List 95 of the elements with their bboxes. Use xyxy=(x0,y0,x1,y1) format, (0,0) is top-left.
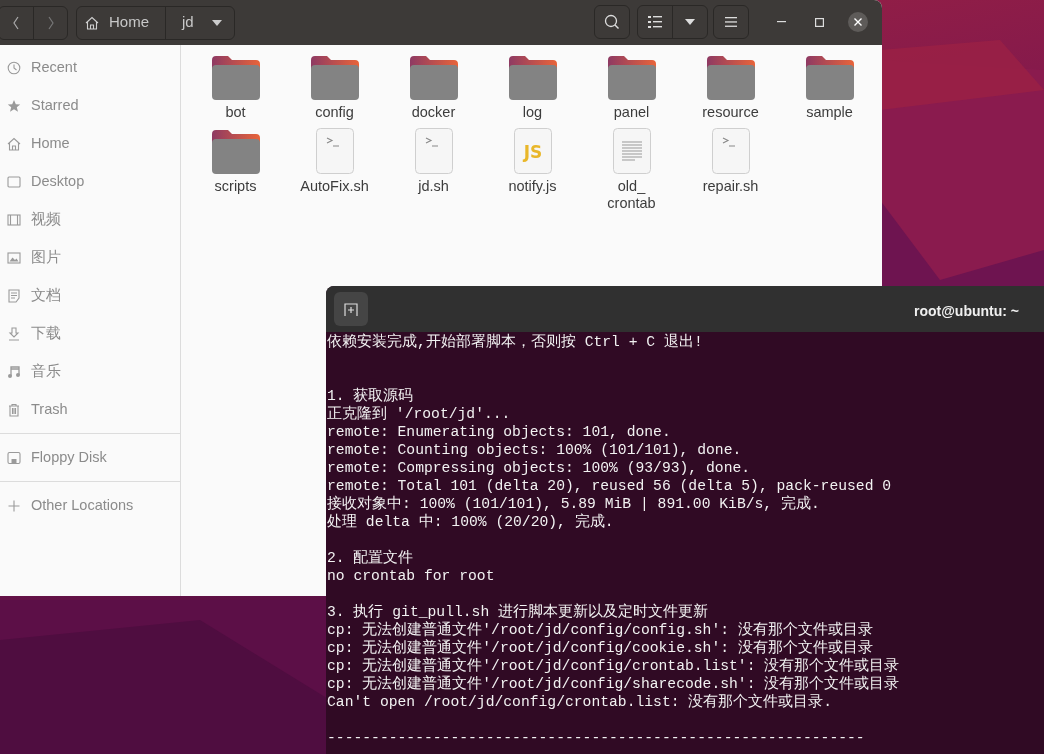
text-file-icon xyxy=(612,128,651,174)
path-button[interactable]: jd xyxy=(166,6,234,39)
folder-icon xyxy=(211,56,260,100)
image-icon xyxy=(7,251,21,265)
file-name: notify.js xyxy=(508,178,557,195)
document-icon xyxy=(7,289,21,303)
folder-icon xyxy=(211,130,260,174)
drive-icon xyxy=(7,451,21,465)
menu-icon xyxy=(725,17,737,27)
terminal-line: 依赖安装完成,开始部署脚本，否则按 Ctrl + C 退出! xyxy=(327,333,703,351)
back-icon xyxy=(12,15,20,30)
caret-icon xyxy=(685,19,695,25)
forward-icon xyxy=(46,15,55,30)
folder-icon xyxy=(706,56,755,100)
file-item[interactable]: panel xyxy=(582,54,681,128)
search-button[interactable] xyxy=(594,5,630,39)
terminal-line: ------------------------------------------------------------- xyxy=(327,729,865,747)
terminal-line: 1. 获取源码 xyxy=(327,387,414,405)
sidebar-item[interactable]: 图片 xyxy=(0,239,180,277)
maximize-icon xyxy=(814,17,824,27)
file-item[interactable]: config xyxy=(285,54,384,128)
file-name: jd.sh xyxy=(418,178,449,195)
clock-icon xyxy=(7,61,21,75)
trash-icon xyxy=(7,403,21,417)
sidebar-item[interactable]: 音乐 xyxy=(0,353,180,391)
sidebar-item[interactable]: Other Locations xyxy=(0,487,180,525)
sidebar-item[interactable]: 视频 xyxy=(0,201,180,239)
file-name: AutoFix.sh xyxy=(300,178,369,195)
terminal-line: cp: 无法创建普通文件'/root/jd/config/sharecode.sh': 没有那个文件或目录 xyxy=(327,675,900,693)
close-icon xyxy=(854,18,862,26)
search-icon xyxy=(604,14,620,30)
terminal-file-icon xyxy=(315,128,354,174)
desktop-icon xyxy=(7,175,21,189)
file-item[interactable]: old_ crontab xyxy=(582,128,681,214)
terminal-line: cp: 无法创建普通文件'/root/jd/config/config.sh': 没有那个文件或目录 xyxy=(327,621,873,639)
folder-icon xyxy=(805,56,854,100)
file-name: log xyxy=(522,104,543,121)
plus-icon xyxy=(7,499,21,513)
terminal-line: no crontab for root xyxy=(327,567,495,585)
list-icon xyxy=(648,16,662,28)
file-item[interactable]: resource xyxy=(681,54,780,128)
file-item[interactable]: log xyxy=(483,54,582,128)
file-name: repair.sh xyxy=(702,178,759,195)
file-item[interactable]: sample xyxy=(780,54,879,128)
file-item[interactable]: AutoFix.sh xyxy=(285,128,384,214)
terminal-line: Can't open /root/jd/config/crontab.list: 没有那个文件或目录. xyxy=(327,693,833,711)
file-name: resource xyxy=(702,104,759,121)
file-name: bot xyxy=(225,104,246,121)
file-item[interactable]: repair.sh xyxy=(681,128,780,214)
new-tab-icon xyxy=(344,302,358,316)
terminal-line: 接收对象中: 100% (101/101), 5.89 MiB | 891.00 KiB/s, 完成. xyxy=(327,495,820,513)
home-icon xyxy=(7,137,21,151)
terminal-file-icon xyxy=(414,128,453,174)
sidebar-item[interactable]: Desktop xyxy=(0,163,180,201)
terminal-line: 处理 delta 中: 100% (20/20), 完成. xyxy=(327,513,614,531)
file-item[interactable]: bot xyxy=(186,54,285,128)
menu-button[interactable] xyxy=(713,5,749,39)
download-icon xyxy=(7,327,21,341)
home-icon xyxy=(85,15,99,30)
music-icon xyxy=(7,365,21,379)
terminal-line: remote: Total 101 (delta 20), reused 56 (delta 5), pack-reused 0 xyxy=(327,477,892,495)
sidebar-item[interactable]: 文档 xyxy=(0,277,180,315)
folder-icon xyxy=(607,56,656,100)
sidebar-item[interactable]: 下载 xyxy=(0,315,180,353)
file-name: sample xyxy=(806,104,853,121)
file-item[interactable]: scripts xyxy=(186,128,285,214)
caret-icon xyxy=(211,19,222,26)
path-button[interactable]: Home xyxy=(77,6,166,39)
star-icon xyxy=(7,99,21,113)
terminal-line: remote: Compressing objects: 100% (93/93), done. xyxy=(327,459,751,477)
new-tab-button[interactable] xyxy=(334,292,368,326)
minimize-icon xyxy=(776,21,786,23)
folder-icon xyxy=(310,56,359,100)
terminal-line: remote: Counting objects: 100% (101/101), done. xyxy=(327,441,742,459)
terminal-line: cp: 无法创建普通文件'/root/jd/config/cookie.sh': 没有那个文件或目录 xyxy=(327,639,873,657)
terminal-line: 2. 配置文件 xyxy=(327,549,414,567)
film-icon xyxy=(7,213,21,227)
close-button[interactable] xyxy=(848,12,868,32)
file-name: scripts xyxy=(214,178,257,195)
window-title: root@ubuntu: ~ xyxy=(914,302,1019,321)
folder-icon xyxy=(409,56,458,100)
file-name: config xyxy=(315,104,354,121)
terminal-file-icon xyxy=(711,128,750,174)
file-type-label: JS xyxy=(523,142,542,162)
file-item[interactable]: docker xyxy=(384,54,483,128)
folder-icon xyxy=(508,56,557,100)
terminal-line: cp: 无法创建普通文件'/root/jd/config/crontab.list': 没有那个文件或目录 xyxy=(327,657,900,675)
terminal-line: 3. 执行 git_pull.sh 进行脚本更新以及定时文件更新 xyxy=(327,603,709,621)
file-item[interactable]: jd.sh xyxy=(384,128,483,214)
file-name: panel xyxy=(613,104,650,121)
file-name: old_ crontab xyxy=(607,178,656,212)
file-item[interactable]: JS notify.js xyxy=(483,128,582,214)
file-name: docker xyxy=(411,104,456,121)
terminal-line: remote: Enumerating objects: 101, done. xyxy=(327,423,671,441)
terminal-line: 正克隆到 '/root/jd'... xyxy=(327,405,511,423)
